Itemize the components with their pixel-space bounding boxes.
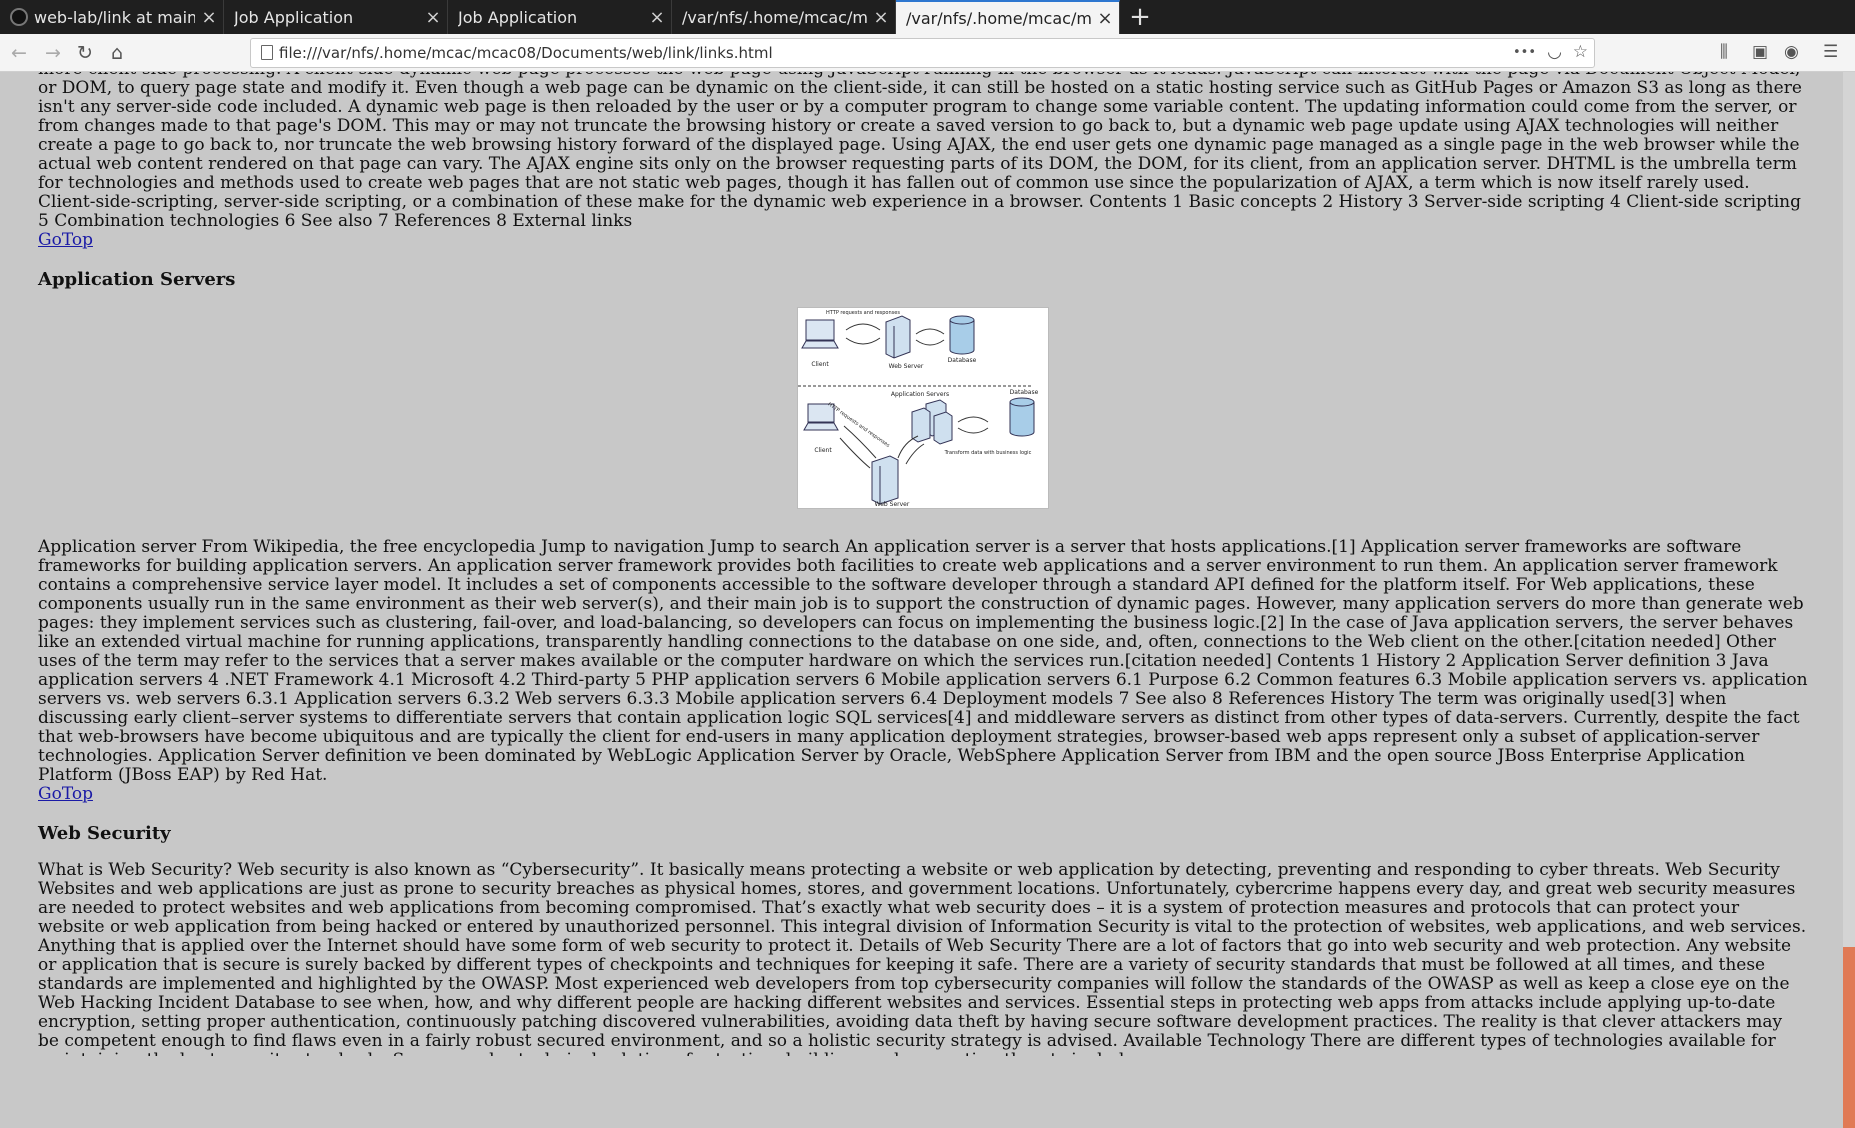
server-icon: [871, 455, 899, 505]
sidebar-icon[interactable]: ▣: [1752, 42, 1768, 62]
dynamic-web-paragraph: more client-side processing. A client-si…: [38, 72, 1802, 231]
http-label-2: HTTP requests and responses: [827, 402, 891, 450]
scrollbar-thumb[interactable]: [1843, 947, 1855, 1128]
application-server-diagram: Client HTTP requests and responses Web S…: [797, 307, 1049, 509]
laptop-icon: [801, 319, 839, 349]
arrow: [845, 337, 881, 345]
web-security-paragraph: What is Web Security? Web security is al…: [38, 860, 1807, 1057]
tab-github[interactable]: web-lab/link at main · acl ×: [0, 0, 224, 34]
arrow: [905, 443, 925, 465]
tab-label: /var/nfs/.home/mcac/mcac: [906, 8, 1091, 28]
back-button[interactable]: ←: [6, 41, 32, 65]
app-servers-label: Application Servers: [891, 391, 949, 398]
client-label-2: Client: [814, 447, 832, 454]
pocket-icon[interactable]: ◡: [1547, 42, 1562, 62]
library-icon[interactable]: ⫼: [1720, 42, 1728, 62]
new-tab-button[interactable]: +: [1120, 0, 1160, 34]
tab-job-application-2[interactable]: Job Application ×: [448, 0, 672, 34]
page-actions-button[interactable]: •••: [1513, 45, 1536, 60]
tab-job-application-1[interactable]: Job Application ×: [224, 0, 448, 34]
tab-label: /var/nfs/.home/mcac/mcac: [682, 7, 867, 27]
close-icon[interactable]: ×: [1091, 8, 1119, 29]
arrow: [957, 427, 989, 434]
database-icon: [949, 315, 975, 355]
tab-strip: web-lab/link at main · acl × Job Applica…: [0, 0, 1855, 34]
page-content[interactable]: more client-side processing. A client-si…: [0, 72, 1855, 1056]
arrow: [957, 416, 989, 423]
arrow: [915, 328, 945, 335]
server-icon: [885, 315, 911, 359]
gotop-link[interactable]: GoTop: [38, 231, 93, 250]
home-button[interactable]: ⌂: [104, 41, 130, 65]
page-icon: [261, 45, 273, 60]
web-server-label-2: Web Server: [875, 501, 910, 508]
client-label: Client: [811, 361, 829, 368]
github-icon: [10, 8, 28, 26]
gotop-link[interactable]: GoTop: [38, 785, 93, 804]
tab-local-file-1[interactable]: /var/nfs/.home/mcac/mcac ×: [672, 0, 896, 34]
database-label: Database: [948, 357, 977, 364]
close-icon[interactable]: ×: [867, 7, 895, 28]
figure-container: Client HTTP requests and responses Web S…: [38, 307, 1808, 514]
tab-local-file-active[interactable]: /var/nfs/.home/mcac/mcac ×: [896, 0, 1120, 34]
close-icon[interactable]: ×: [643, 7, 671, 28]
database-label-2: Database: [1010, 389, 1039, 396]
heading-web-security: Web Security: [38, 823, 171, 844]
transform-label: Transform data with business logic: [944, 450, 1032, 456]
tab-label: web-lab/link at main · acl: [34, 7, 195, 27]
heading-application-servers: Application Servers: [38, 269, 236, 290]
arrow: [845, 323, 881, 331]
document-body: more client-side processing. A client-si…: [38, 72, 1808, 1056]
bookmark-star-icon[interactable]: ☆: [1573, 42, 1588, 62]
forward-button[interactable]: →: [40, 41, 66, 65]
menu-icon[interactable]: ☰: [1823, 42, 1838, 62]
scrollbar[interactable]: [1843, 72, 1855, 1128]
navigation-bar: ← → ↻ ⌂ file:///var/nfs/.home/mcac/mcac0…: [0, 34, 1855, 72]
close-icon[interactable]: ×: [419, 7, 447, 28]
http-label: HTTP requests and responses: [826, 310, 900, 316]
web-server-label: Web Server: [889, 363, 924, 370]
reload-button[interactable]: ↻: [72, 41, 98, 65]
application-server-paragraph: Application server From Wikipedia, the f…: [38, 537, 1808, 785]
account-icon[interactable]: ◉: [1784, 42, 1799, 62]
close-icon[interactable]: ×: [195, 7, 223, 28]
tab-label: Job Application: [234, 7, 354, 27]
url-bar[interactable]: file:///var/nfs/.home/mcac/mcac08/Docume…: [250, 38, 1595, 68]
tab-label: Job Application: [458, 7, 578, 27]
server-cluster-icon: [911, 399, 953, 445]
database-icon: [1009, 397, 1035, 437]
arrow: [839, 437, 871, 469]
url-text[interactable]: file:///var/nfs/.home/mcac/mcac08/Docume…: [279, 44, 773, 62]
arrow: [915, 339, 945, 346]
